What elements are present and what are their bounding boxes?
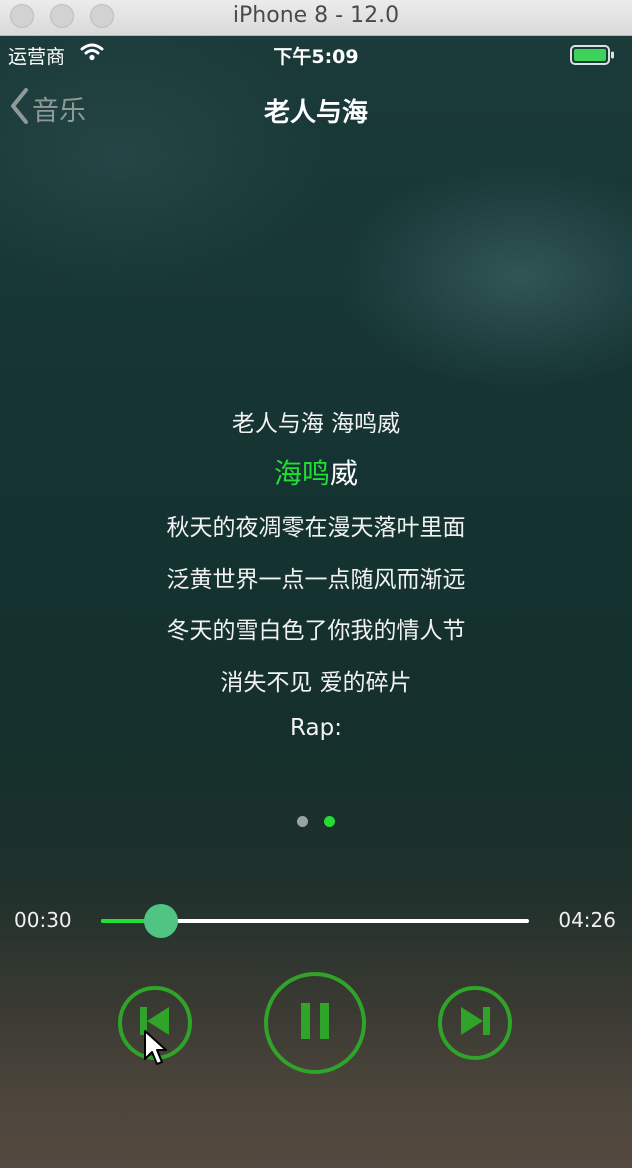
- navigation-bar: 音乐 老人与海: [0, 72, 632, 148]
- elapsed-time: 00:30: [14, 908, 72, 932]
- lyric-unsung-part: 威: [330, 457, 359, 490]
- duration-time: 04:26: [558, 908, 616, 932]
- next-icon: [455, 1001, 495, 1045]
- battery-icon: [570, 45, 616, 69]
- lyric-line: 秋天的夜凋零在漫天落叶里面: [166, 515, 466, 541]
- lyric-line: 老人与海 海鸣威: [231, 411, 401, 437]
- progress-slider[interactable]: [101, 904, 529, 938]
- next-button[interactable]: [438, 986, 512, 1060]
- lyrics-view[interactable]: 老人与海 海鸣威 海鸣威 秋天的夜凋零在漫天落叶里面 泛黄世界一点一点随风而渐远…: [0, 394, 632, 774]
- phone-screen: 运营商 下午5:09 音乐 老人与海 老人与海 海鸣威 海鸣威 秋天的夜凋零在漫…: [0, 36, 632, 1168]
- pause-icon: [295, 999, 335, 1047]
- page-control[interactable]: [0, 812, 632, 831]
- lyric-current-line: 海鸣威: [0, 452, 632, 492]
- pause-button[interactable]: [264, 972, 366, 1074]
- page-dot-2[interactable]: [324, 816, 335, 827]
- progress-thumb[interactable]: [143, 904, 178, 938]
- simulator-window-title: iPhone 8 - 12.0: [232, 3, 400, 28]
- status-time: 下午5:09: [273, 46, 359, 68]
- lyric-line: 泛黄世界一点一点随风而渐远: [166, 567, 466, 593]
- mouse-cursor-icon: [143, 1029, 169, 1073]
- simulator-titlebar: iPhone 8 - 12.0: [0, 0, 632, 36]
- lyric-line: Rap:: [290, 715, 342, 741]
- status-bar: 运营商 下午5:09: [0, 36, 632, 72]
- lyric-line: 冬天的雪白色了你我的情人节: [166, 618, 466, 644]
- page-title: 老人与海: [263, 98, 368, 128]
- lyric-line: 消失不见 爱的碎片: [220, 670, 412, 696]
- page-dot-1[interactable]: [297, 816, 308, 827]
- lyric-sung-part: 海鸣: [273, 457, 330, 490]
